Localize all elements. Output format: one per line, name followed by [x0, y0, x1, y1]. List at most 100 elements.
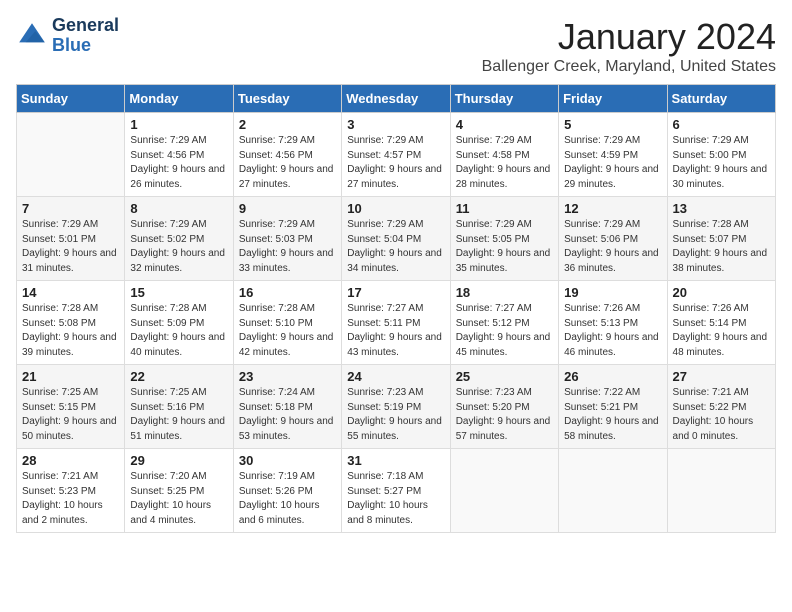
calendar-cell: [667, 449, 775, 533]
calendar-cell: 24 Sunrise: 7:23 AM Sunset: 5:19 PM Dayli…: [342, 365, 450, 449]
calendar-cell: 10 Sunrise: 7:29 AM Sunset: 5:04 PM Dayli…: [342, 197, 450, 281]
calendar-cell: 21 Sunrise: 7:25 AM Sunset: 5:15 PM Dayli…: [17, 365, 125, 449]
cell-sun-info: Sunrise: 7:29 AM Sunset: 4:59 PM Dayligh…: [564, 134, 661, 192]
calendar-cell: 11 Sunrise: 7:29 AM Sunset: 5:05 PM Dayli…: [450, 197, 558, 281]
day-number: 17: [347, 285, 444, 300]
page-header: General Blue January 2024 Ballenger Cree…: [16, 16, 776, 76]
day-number: 7: [22, 201, 119, 216]
day-number: 12: [564, 201, 661, 216]
cell-sun-info: Sunrise: 7:29 AM Sunset: 5:04 PM Dayligh…: [347, 218, 444, 276]
cell-sun-info: Sunrise: 7:29 AM Sunset: 5:02 PM Dayligh…: [130, 218, 227, 276]
calendar-cell: [450, 449, 558, 533]
calendar-week-2: 7 Sunrise: 7:29 AM Sunset: 5:01 PM Daylig…: [17, 197, 776, 281]
calendar-table: SundayMondayTuesdayWednesdayThursdayFrid…: [16, 84, 776, 533]
day-number: 14: [22, 285, 119, 300]
calendar-cell: 20 Sunrise: 7:26 AM Sunset: 5:14 PM Dayli…: [667, 281, 775, 365]
calendar-cell: 14 Sunrise: 7:28 AM Sunset: 5:08 PM Dayli…: [17, 281, 125, 365]
cell-sun-info: Sunrise: 7:23 AM Sunset: 5:20 PM Dayligh…: [456, 386, 553, 444]
day-number: 5: [564, 117, 661, 132]
calendar-cell: 22Sunrise: 7:25 AM Sunset: 5:16 PM Dayli…: [125, 365, 233, 449]
cell-sun-info: Sunrise: 7:20 AM Sunset: 5:25 PM Dayligh…: [130, 470, 227, 528]
cell-sun-info: Sunrise: 7:28 AM Sunset: 5:08 PM Dayligh…: [22, 302, 119, 360]
calendar-cell: 6 Sunrise: 7:29 AM Sunset: 5:00 PM Daylig…: [667, 113, 775, 197]
calendar-cell: 1 Sunrise: 7:29 AM Sunset: 4:56 PM Daylig…: [125, 113, 233, 197]
cell-sun-info: Sunrise: 7:29 AM Sunset: 5:00 PM Dayligh…: [673, 134, 770, 192]
calendar-cell: 13Sunrise: 7:28 AM Sunset: 5:07 PM Dayli…: [667, 197, 775, 281]
cell-sun-info: Sunrise: 7:28 AM Sunset: 5:10 PM Dayligh…: [239, 302, 336, 360]
column-header-tuesday: Tuesday: [233, 85, 341, 113]
cell-sun-info: Sunrise: 7:21 AM Sunset: 5:23 PM Dayligh…: [22, 470, 119, 528]
day-number: 25: [456, 369, 553, 384]
column-header-wednesday: Wednesday: [342, 85, 450, 113]
cell-sun-info: Sunrise: 7:29 AM Sunset: 4:56 PM Dayligh…: [239, 134, 336, 192]
calendar-cell: 29 Sunrise: 7:20 AM Sunset: 5:25 PM Dayli…: [125, 449, 233, 533]
title-block: January 2024 Ballenger Creek, Maryland, …: [482, 16, 776, 76]
day-number: 27: [673, 369, 770, 384]
day-number: 20: [673, 285, 770, 300]
calendar-body: 1 Sunrise: 7:29 AM Sunset: 4:56 PM Daylig…: [17, 113, 776, 533]
calendar-cell: 3Sunrise: 7:29 AM Sunset: 4:57 PM Daylig…: [342, 113, 450, 197]
calendar-cell: 28 Sunrise: 7:21 AM Sunset: 5:23 PM Dayli…: [17, 449, 125, 533]
day-number: 21: [22, 369, 119, 384]
cell-sun-info: Sunrise: 7:29 AM Sunset: 4:57 PM Dayligh…: [347, 134, 444, 192]
cell-sun-info: Sunrise: 7:26 AM Sunset: 5:13 PM Dayligh…: [564, 302, 661, 360]
calendar-cell: 19 Sunrise: 7:26 AM Sunset: 5:13 PM Dayli…: [559, 281, 667, 365]
calendar-cell: 26 Sunrise: 7:22 AM Sunset: 5:21 PM Dayli…: [559, 365, 667, 449]
column-header-friday: Friday: [559, 85, 667, 113]
day-number: 15: [130, 285, 227, 300]
day-number: 10: [347, 201, 444, 216]
calendar-week-1: 1 Sunrise: 7:29 AM Sunset: 4:56 PM Daylig…: [17, 113, 776, 197]
calendar-cell: 4 Sunrise: 7:29 AM Sunset: 4:58 PM Daylig…: [450, 113, 558, 197]
cell-sun-info: Sunrise: 7:25 AM Sunset: 5:15 PM Dayligh…: [22, 386, 119, 444]
day-number: 18: [456, 285, 553, 300]
logo: General Blue: [16, 16, 119, 56]
column-header-sunday: Sunday: [17, 85, 125, 113]
day-number: 31: [347, 453, 444, 468]
calendar-cell: 17 Sunrise: 7:27 AM Sunset: 5:11 PM Dayli…: [342, 281, 450, 365]
calendar-cell: 25 Sunrise: 7:23 AM Sunset: 5:20 PM Dayli…: [450, 365, 558, 449]
calendar-cell: 7 Sunrise: 7:29 AM Sunset: 5:01 PM Daylig…: [17, 197, 125, 281]
calendar-cell: 16Sunrise: 7:28 AM Sunset: 5:10 PM Dayli…: [233, 281, 341, 365]
cell-sun-info: Sunrise: 7:22 AM Sunset: 5:21 PM Dayligh…: [564, 386, 661, 444]
cell-sun-info: Sunrise: 7:29 AM Sunset: 5:01 PM Dayligh…: [22, 218, 119, 276]
day-number: 4: [456, 117, 553, 132]
cell-sun-info: Sunrise: 7:29 AM Sunset: 4:56 PM Dayligh…: [130, 134, 227, 192]
cell-sun-info: Sunrise: 7:29 AM Sunset: 4:58 PM Dayligh…: [456, 134, 553, 192]
day-number: 19: [564, 285, 661, 300]
cell-sun-info: Sunrise: 7:27 AM Sunset: 5:11 PM Dayligh…: [347, 302, 444, 360]
day-number: 8: [130, 201, 227, 216]
day-number: 29: [130, 453, 227, 468]
day-number: 1: [130, 117, 227, 132]
day-number: 28: [22, 453, 119, 468]
calendar-cell: 27Sunrise: 7:21 AM Sunset: 5:22 PM Dayli…: [667, 365, 775, 449]
day-number: 6: [673, 117, 770, 132]
cell-sun-info: Sunrise: 7:23 AM Sunset: 5:19 PM Dayligh…: [347, 386, 444, 444]
cell-sun-info: Sunrise: 7:24 AM Sunset: 5:18 PM Dayligh…: [239, 386, 336, 444]
cell-sun-info: Sunrise: 7:25 AM Sunset: 5:16 PM Dayligh…: [130, 386, 227, 444]
month-title: January 2024: [482, 16, 776, 58]
calendar-cell: 5 Sunrise: 7:29 AM Sunset: 4:59 PM Daylig…: [559, 113, 667, 197]
calendar-cell: [17, 113, 125, 197]
cell-sun-info: Sunrise: 7:29 AM Sunset: 5:06 PM Dayligh…: [564, 218, 661, 276]
day-number: 13: [673, 201, 770, 216]
logo-icon: [16, 20, 48, 52]
day-number: 24: [347, 369, 444, 384]
calendar-week-5: 28 Sunrise: 7:21 AM Sunset: 5:23 PM Dayli…: [17, 449, 776, 533]
day-number: 9: [239, 201, 336, 216]
cell-sun-info: Sunrise: 7:26 AM Sunset: 5:14 PM Dayligh…: [673, 302, 770, 360]
day-number: 2: [239, 117, 336, 132]
location-title: Ballenger Creek, Maryland, United States: [482, 58, 776, 76]
cell-sun-info: Sunrise: 7:28 AM Sunset: 5:09 PM Dayligh…: [130, 302, 227, 360]
calendar-cell: 15 Sunrise: 7:28 AM Sunset: 5:09 PM Dayli…: [125, 281, 233, 365]
day-number: 23: [239, 369, 336, 384]
column-header-thursday: Thursday: [450, 85, 558, 113]
calendar-cell: 18 Sunrise: 7:27 AM Sunset: 5:12 PM Dayli…: [450, 281, 558, 365]
calendar-cell: 2 Sunrise: 7:29 AM Sunset: 4:56 PM Daylig…: [233, 113, 341, 197]
day-number: 26: [564, 369, 661, 384]
day-number: 11: [456, 201, 553, 216]
calendar-cell: 23 Sunrise: 7:24 AM Sunset: 5:18 PM Dayli…: [233, 365, 341, 449]
calendar-week-4: 21 Sunrise: 7:25 AM Sunset: 5:15 PM Dayli…: [17, 365, 776, 449]
calendar-cell: 9Sunrise: 7:29 AM Sunset: 5:03 PM Daylig…: [233, 197, 341, 281]
cell-sun-info: Sunrise: 7:29 AM Sunset: 5:05 PM Dayligh…: [456, 218, 553, 276]
cell-sun-info: Sunrise: 7:27 AM Sunset: 5:12 PM Dayligh…: [456, 302, 553, 360]
